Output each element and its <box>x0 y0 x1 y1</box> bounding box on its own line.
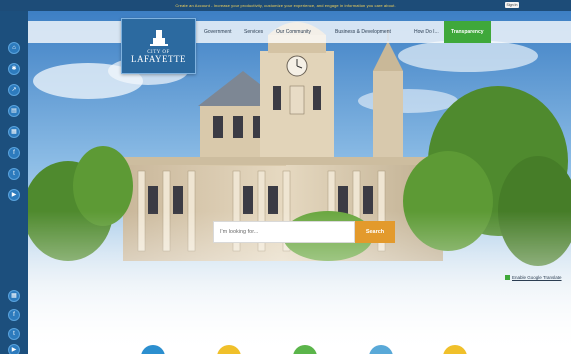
share-icon[interactable]: ↗ <box>8 84 20 96</box>
nav-services[interactable]: Services <box>244 21 263 43</box>
hero-banner <box>28 11 571 354</box>
calendar-icon[interactable]: ▦ <box>8 290 20 302</box>
news-icon[interactable]: ▤ <box>8 105 20 117</box>
logo-city-name: LAFAYETTE <box>131 54 186 64</box>
account-notice-text[interactable]: Create an Account - Increase your produc… <box>175 3 395 8</box>
twitter-icon[interactable]: t <box>8 168 20 180</box>
nav-government[interactable]: Government <box>204 21 232 43</box>
youtube-icon[interactable]: ▶ <box>8 189 20 201</box>
calendar-icon[interactable]: ▦ <box>8 126 20 138</box>
lafayette-homepage: Create an Account - Increase your produc… <box>0 0 571 354</box>
translate-link[interactable]: Enable Google Translate <box>512 275 562 280</box>
nav-transparency[interactable]: Transparency <box>444 21 491 43</box>
main-navigation: Government Services Our Community Busine… <box>28 21 571 43</box>
courthouse-photo <box>28 11 571 354</box>
youtube-icon[interactable]: ▶ <box>8 344 20 354</box>
social-sidebar: ⌂ ✱ ↗ ▤ ▦ f t ▶ ▦ f t ▶ <box>0 11 28 354</box>
home-icon[interactable]: ⌂ <box>8 42 20 54</box>
nav-our-community[interactable]: Our Community <box>276 21 311 43</box>
account-notice-bar: Create an Account - Increase your produc… <box>0 0 571 11</box>
nav-business-development[interactable]: Business & Development <box>335 21 391 43</box>
nav-how-do-i[interactable]: How Do I... <box>414 21 439 43</box>
facebook-icon[interactable]: f <box>8 309 20 321</box>
twitter-icon[interactable]: t <box>8 328 20 340</box>
translate-icon <box>505 275 510 280</box>
gear-icon[interactable]: ✱ <box>8 63 20 75</box>
search-input[interactable] <box>213 221 355 243</box>
google-translate[interactable]: Enable Google Translate <box>505 275 562 280</box>
sign-in-button[interactable]: Sign In <box>505 2 519 8</box>
city-logo[interactable]: CITY OF LAFAYETTE <box>121 18 196 74</box>
search-button[interactable]: Search <box>355 221 395 243</box>
facebook-icon[interactable]: f <box>8 147 20 159</box>
courthouse-logo-icon <box>149 30 168 46</box>
